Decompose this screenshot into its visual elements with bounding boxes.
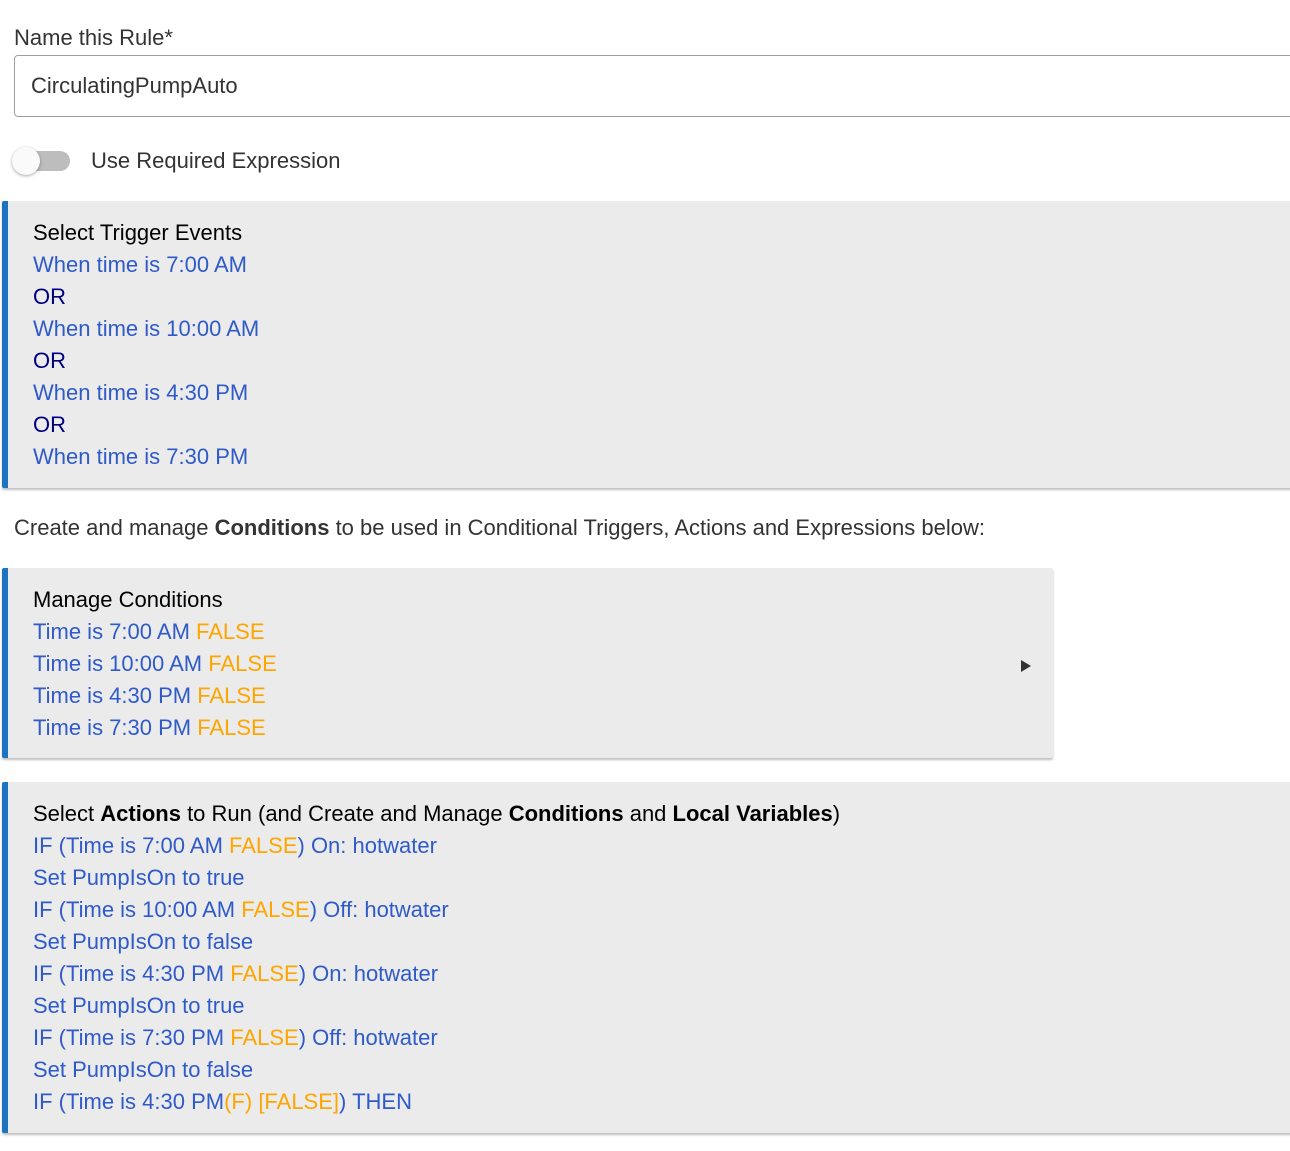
- condition-item: Time is 7:00 AM FALSE: [33, 616, 1028, 648]
- condition-item: Time is 4:30 PM FALSE: [33, 680, 1028, 712]
- required-expression-label: Use Required Expression: [91, 148, 341, 173]
- condition-text: Time is 7:30 PM: [33, 715, 192, 740]
- action-text: IF (Time is 4:30 PM: [33, 1089, 225, 1114]
- manage-conditions-title: Manage Conditions: [33, 587, 223, 612]
- action-text: ) THEN: [339, 1089, 412, 1114]
- action-text: IF (Time is 10:00 AM: [33, 897, 242, 922]
- trigger-line: When time is 7:00 AM: [33, 252, 247, 277]
- action-text: IF (Time is 7:00 AM: [33, 833, 230, 858]
- action-line: IF (Time is 4:30 PM FALSE) On: hotwater: [33, 958, 1277, 990]
- action-line: IF (Time is 10:00 AM FALSE) Off: hotwate…: [33, 894, 1277, 926]
- actions-title-part: to Run (and Create and Manage: [180, 801, 509, 826]
- action-state: FALSE: [229, 833, 298, 858]
- trigger-events-panel[interactable]: Select Trigger Events When time is 7:00 …: [2, 201, 1290, 488]
- actions-title-part: ): [832, 801, 841, 826]
- conditions-description: Create and manage Conditions to be used …: [14, 513, 985, 543]
- actions-title: Select Actions to Run (and Create and Ma…: [33, 798, 1277, 830]
- action-text: IF (Time is 4:30 PM: [33, 961, 231, 986]
- action-text: ) Off: hotwater: [298, 1025, 438, 1050]
- actions-title-bold: Local Variables: [672, 801, 833, 826]
- actions-panel[interactable]: Select Actions to Run (and Create and Ma…: [2, 782, 1290, 1133]
- condition-text: Time is 10:00 AM: [33, 651, 203, 676]
- action-state: FALSE: [241, 897, 310, 922]
- expand-arrow-icon[interactable]: [1021, 660, 1031, 672]
- condition-state: FALSE: [197, 715, 266, 740]
- action-line: IF (Time is 7:30 PM FALSE) Off: hotwater: [33, 1022, 1277, 1054]
- desc-suffix: to be used in Conditional Triggers, Acti…: [329, 515, 985, 540]
- trigger-line: When time is 10:00 AM: [33, 316, 260, 341]
- action-state: FALSE: [230, 961, 299, 986]
- actions-title-part: Select: [33, 801, 101, 826]
- rule-name-input[interactable]: [14, 55, 1290, 117]
- action-text: ) Off: hotwater: [309, 897, 449, 922]
- trigger-or: OR: [33, 348, 66, 373]
- action-text: Set PumpIsOn to false: [33, 1057, 254, 1082]
- condition-text: Time is 7:00 AM: [33, 619, 190, 644]
- action-state: (F) [FALSE]: [224, 1089, 340, 1114]
- action-text: ) On: hotwater: [297, 833, 437, 858]
- required-expression-toggle[interactable]: [12, 147, 70, 175]
- action-text: Set PumpIsOn to true: [33, 993, 245, 1018]
- trigger-or: OR: [33, 284, 66, 309]
- action-line: Set PumpIsOn to true: [33, 990, 1277, 1022]
- desc-prefix: Create and manage: [14, 515, 215, 540]
- trigger-line: When time is 4:30 PM: [33, 380, 249, 405]
- action-text: ) On: hotwater: [298, 961, 439, 986]
- action-text: Set PumpIsOn to true: [33, 865, 245, 890]
- condition-item: Time is 7:30 PM FALSE: [33, 712, 1028, 744]
- trigger-events-title: Select Trigger Events: [33, 220, 243, 245]
- manage-conditions-panel[interactable]: Manage Conditions Time is 7:00 AM FALSE …: [2, 568, 1053, 758]
- condition-state: FALSE: [197, 683, 266, 708]
- condition-item: Time is 10:00 AM FALSE: [33, 648, 1028, 680]
- rule-name-label: Name this Rule*: [14, 25, 173, 50]
- required-expression-row[interactable]: Use Required Expression: [12, 144, 341, 178]
- action-line: IF (Time is 7:00 AM FALSE) On: hotwater: [33, 830, 1277, 862]
- condition-state: FALSE: [196, 619, 265, 644]
- action-line: Set PumpIsOn to false: [33, 926, 1277, 958]
- desc-bold: Conditions: [214, 515, 330, 540]
- trigger-line: When time is 7:30 PM: [33, 444, 249, 469]
- action-text: Set PumpIsOn to false: [33, 929, 254, 954]
- trigger-or: OR: [33, 412, 66, 437]
- action-state: FALSE: [230, 1025, 299, 1050]
- action-line: IF (Time is 4:30 PM(F) [FALSE]) THEN: [33, 1086, 1277, 1118]
- actions-title-bold: Actions: [100, 801, 181, 826]
- condition-state: FALSE: [208, 651, 277, 676]
- action-text: IF (Time is 7:30 PM: [33, 1025, 231, 1050]
- condition-text: Time is 4:30 PM: [33, 683, 192, 708]
- action-line: Set PumpIsOn to false: [33, 1054, 1277, 1086]
- action-line: Set PumpIsOn to true: [33, 862, 1277, 894]
- toggle-knob[interactable]: [12, 147, 40, 175]
- actions-title-part: and: [623, 801, 673, 826]
- actions-title-bold: Conditions: [508, 801, 624, 826]
